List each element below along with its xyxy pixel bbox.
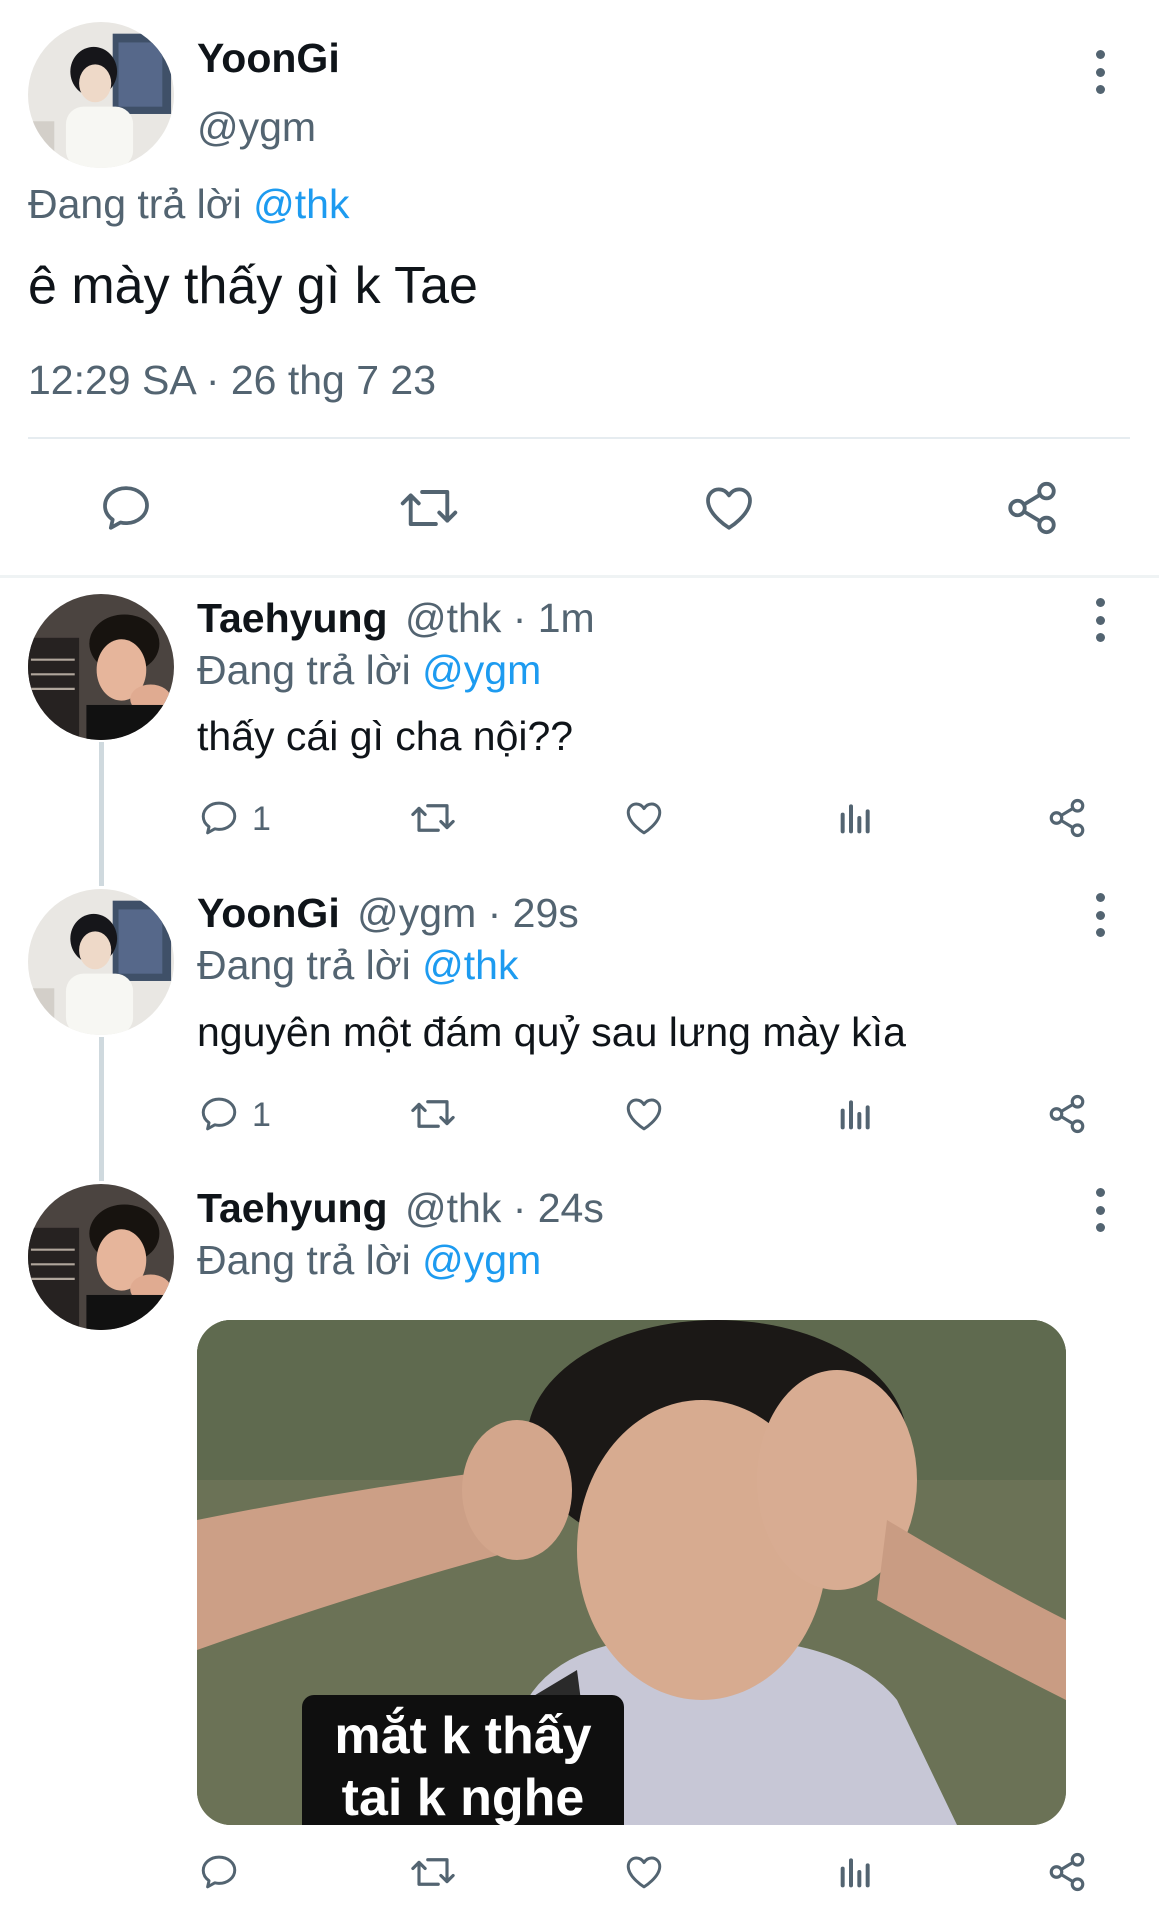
- replying-prefix: Đang trả lời: [197, 647, 411, 693]
- like-icon[interactable]: [622, 1093, 666, 1135]
- reply-icon[interactable]: [98, 480, 154, 536]
- reply-count: 1: [252, 800, 271, 838]
- reply-header: Taehyung @thk · 1m: [197, 594, 595, 642]
- more-options-icon[interactable]: [1090, 893, 1110, 937]
- replying-to-link[interactable]: @thk: [422, 942, 518, 988]
- retweet-icon[interactable]: [408, 1851, 458, 1893]
- avatar-taehyung[interactable]: [28, 594, 174, 740]
- retweet-icon[interactable]: [408, 797, 458, 839]
- avatar-yoongi[interactable]: [28, 22, 174, 168]
- main-tweet: YoonGi @ygm Đang trả lời @thk ê mày thấy…: [0, 0, 1159, 576]
- handle-time[interactable]: @thk · 1m: [405, 595, 595, 641]
- replying-prefix: Đang trả lời: [28, 181, 242, 227]
- reply-icon[interactable]: [198, 1851, 240, 1893]
- share-icon[interactable]: [1046, 1851, 1088, 1893]
- main-timestamp[interactable]: 12:29 SA · 26 thg 7 23: [28, 356, 436, 404]
- reply-text: nguyên một đám quỷ sau lưng mày kìa: [197, 1009, 906, 1055]
- display-name[interactable]: YoonGi: [197, 890, 340, 936]
- analytics-icon[interactable]: [836, 1852, 876, 1892]
- handle-time[interactable]: @ygm · 29s: [357, 890, 579, 936]
- retweet-icon[interactable]: [397, 480, 461, 536]
- replying-to-link[interactable]: @thk: [253, 181, 349, 227]
- media-image[interactable]: mắt k thấy tai k nghe: [197, 1320, 1066, 1825]
- avatar-yoongi[interactable]: [28, 889, 174, 1035]
- like-icon[interactable]: [622, 797, 666, 839]
- retweet-icon[interactable]: [408, 1093, 458, 1135]
- main-tweet-text: ê mày thấy gì k Tae: [28, 257, 478, 315]
- reply-icon[interactable]: [198, 797, 240, 839]
- main-replying-line: Đang trả lời @thk: [28, 180, 349, 228]
- reply-header: Taehyung @thk · 24s: [197, 1184, 604, 1232]
- more-options-icon[interactable]: [1090, 598, 1110, 642]
- main-display-name[interactable]: YoonGi: [197, 34, 340, 82]
- handle-time[interactable]: @thk · 24s: [405, 1185, 604, 1231]
- reply-count: 1: [252, 1096, 271, 1134]
- divider: [28, 437, 1130, 439]
- analytics-icon[interactable]: [836, 1094, 876, 1134]
- like-icon[interactable]: [622, 1851, 666, 1893]
- section-separator: [0, 575, 1159, 578]
- media-caption: mắt k thấy tai k nghe: [302, 1695, 624, 1825]
- more-options-icon[interactable]: [1090, 50, 1110, 94]
- share-icon[interactable]: [1046, 797, 1088, 839]
- more-options-icon[interactable]: [1090, 1188, 1110, 1232]
- replying-prefix: Đang trả lời: [197, 1237, 411, 1283]
- main-handle[interactable]: @ygm: [197, 103, 316, 151]
- analytics-icon[interactable]: [836, 798, 876, 838]
- share-icon[interactable]: [1003, 479, 1061, 537]
- share-icon[interactable]: [1046, 1093, 1088, 1135]
- display-name[interactable]: Taehyung: [197, 1185, 388, 1231]
- caption-line-2: tai k nghe: [341, 1769, 585, 1825]
- avatar-taehyung[interactable]: [28, 1184, 174, 1330]
- replying-line: Đang trả lời @ygm: [197, 646, 541, 694]
- replying-line: Đang trả lời @ygm: [197, 1236, 541, 1284]
- reply-text: thấy cái gì cha nội??: [197, 713, 574, 759]
- display-name[interactable]: Taehyung: [197, 595, 388, 641]
- thread-line: [99, 1037, 104, 1181]
- like-icon[interactable]: [700, 480, 758, 536]
- reply-icon[interactable]: [198, 1093, 240, 1135]
- caption-line-1: mắt k thấy: [334, 1707, 592, 1765]
- thread-line: [99, 742, 104, 886]
- replying-to-link[interactable]: @ygm: [422, 647, 541, 693]
- reply-header: YoonGi @ygm · 29s: [197, 889, 579, 937]
- replying-to-link[interactable]: @ygm: [422, 1237, 541, 1283]
- replying-prefix: Đang trả lời: [197, 942, 411, 988]
- replying-line: Đang trả lời @thk: [197, 941, 518, 989]
